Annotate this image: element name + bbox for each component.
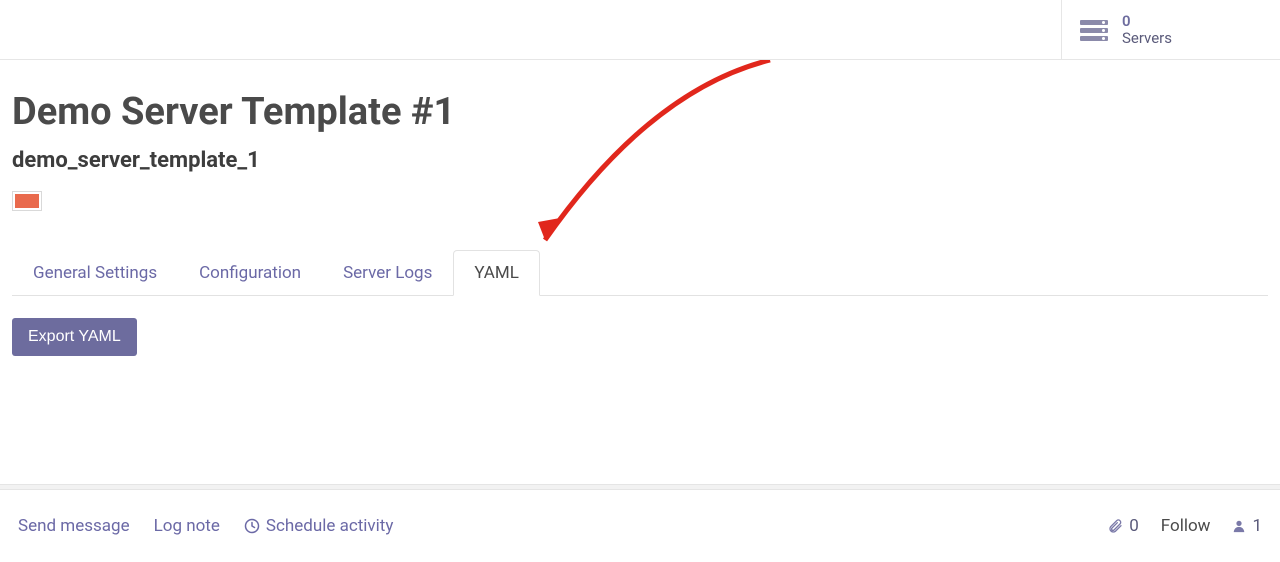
follower-count: 1 [1252,516,1262,536]
page-title: Demo Server Template #1 [12,90,1268,134]
user-icon [1232,519,1246,533]
follow-button[interactable]: Follow [1161,516,1211,536]
clock-icon [244,518,260,534]
send-message-link[interactable]: Send message [18,516,130,536]
attachment-count: 0 [1129,516,1139,536]
bottombar-right: 0 Follow 1 [1107,516,1262,536]
schedule-activity-label: Schedule activity [266,516,394,536]
tab-body-yaml: Export YAML [12,296,1268,356]
stat-count: 0 [1122,14,1172,29]
tab-yaml[interactable]: YAML [453,250,540,296]
bottombar: Send message Log note Schedule activity … [0,490,1280,562]
paperclip-icon [1107,518,1123,534]
page-subtitle: demo_server_template_1 [12,148,1268,173]
color-chip-swatch [15,194,39,208]
stat-label: Servers [1122,29,1172,47]
schedule-activity-link[interactable]: Schedule activity [244,516,394,536]
server-icon [1080,20,1108,41]
content: Demo Server Template #1 demo_server_temp… [0,60,1280,356]
bottombar-left: Send message Log note Schedule activity [18,516,393,536]
export-yaml-button[interactable]: Export YAML [12,318,137,356]
color-chip[interactable] [12,191,42,211]
followers-button[interactable]: 1 [1232,516,1262,536]
stat-servers[interactable]: 0 Servers [1061,0,1190,60]
topbar: 0 Servers [0,0,1280,60]
stat-text: 0 Servers [1122,14,1172,47]
attachments-button[interactable]: 0 [1107,516,1139,536]
tab-general-settings[interactable]: General Settings [12,250,178,296]
tabs: General Settings Configuration Server Lo… [12,249,1268,296]
tab-configuration[interactable]: Configuration [178,250,322,296]
tab-server-logs[interactable]: Server Logs [322,250,453,296]
log-note-link[interactable]: Log note [154,516,220,536]
